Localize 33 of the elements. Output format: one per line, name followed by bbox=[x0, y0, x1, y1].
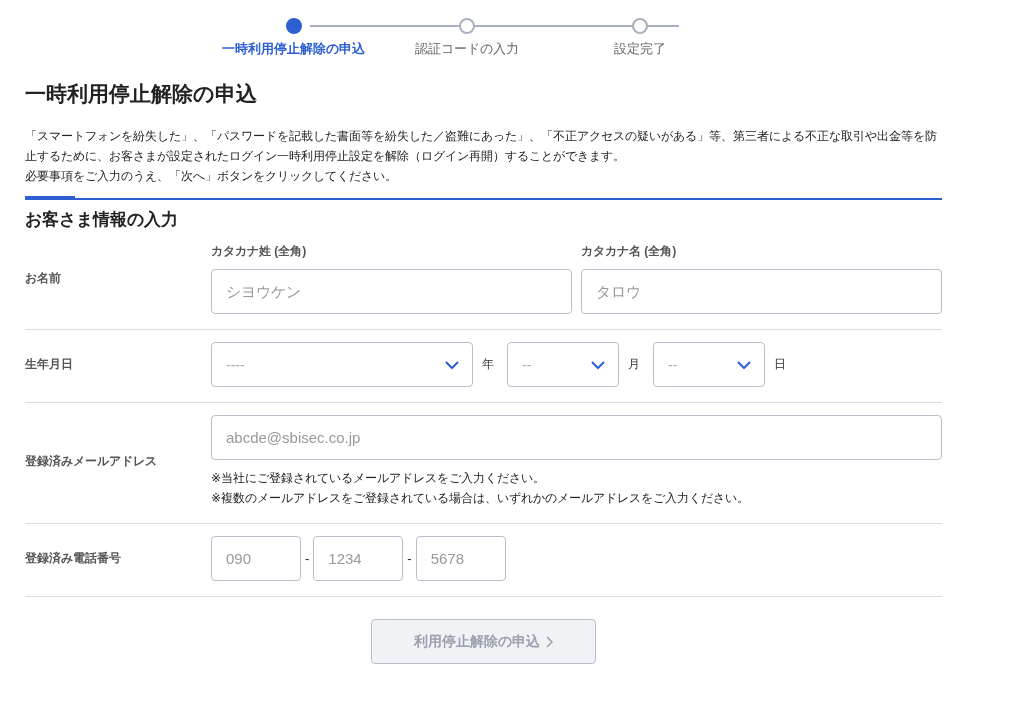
chevron-down-icon bbox=[736, 359, 752, 370]
select-field[interactable]: ---- bbox=[211, 342, 473, 387]
unit-label: 日 bbox=[774, 356, 786, 373]
intro-text: 必要事項をご入力のうえ、「次へ」ボタンをクリックしてください。 bbox=[25, 168, 398, 185]
text-field[interactable]: タロウ bbox=[581, 269, 942, 314]
unit-label: 年 bbox=[482, 356, 494, 373]
note-text: ※複数のメールアドレスをご登録されている場合は、いずれかのメールアドレスをご入力ください。 bbox=[211, 490, 751, 507]
chevron-down-icon bbox=[444, 359, 460, 370]
unit-label: 月 bbox=[628, 356, 640, 373]
row-label: 登録済みメールアドレス bbox=[25, 454, 157, 468]
section-title: お客さま情報の入力 bbox=[25, 209, 179, 231]
field-label: カタカナ名 (全角) bbox=[581, 243, 678, 260]
phone-field[interactable]: 090 bbox=[211, 536, 301, 581]
intro-text: 「スマートフォンを紛失した」、「パスワードを記載した書面等を紛失した／盗難にあった」、「不正アクセスの疑いがある」等、第三者による不正な取引や出金等を防止するために、お客さまが設定されたログイン一時利用停止設定を解除（ログイン再開）することができます。 bbox=[25, 128, 938, 165]
row-label: 登録済み電話番号 bbox=[25, 551, 121, 565]
select-field[interactable]: -- bbox=[507, 342, 619, 387]
phone-field[interactable]: 5678 bbox=[415, 536, 506, 581]
field-label: カタカナ姓 (全角) bbox=[211, 243, 308, 260]
phone-field[interactable]: 1234 bbox=[313, 536, 404, 581]
select-field[interactable]: -- bbox=[653, 342, 765, 387]
step-label: 一時利用停止解除の申込 bbox=[222, 40, 366, 58]
note-text: ※当社にご登録されているメールアドレスをご入力ください。 bbox=[211, 470, 547, 487]
step-label: 認証コードの入力 bbox=[415, 40, 519, 58]
chevron-right-icon bbox=[546, 635, 553, 648]
row-label: 生年月日 bbox=[25, 357, 73, 371]
chevron-down-icon bbox=[590, 359, 606, 370]
step-label: 設定完了 bbox=[614, 40, 667, 58]
separator-text: - bbox=[407, 551, 412, 566]
email-field[interactable]: abcde@sbisec.co.jp bbox=[211, 415, 942, 460]
page-title: 一時利用停止解除の申込 bbox=[25, 81, 258, 107]
separator-text: - bbox=[305, 551, 310, 566]
text-field[interactable]: シヨウケン bbox=[211, 269, 572, 314]
row-label: お名前 bbox=[25, 271, 61, 285]
